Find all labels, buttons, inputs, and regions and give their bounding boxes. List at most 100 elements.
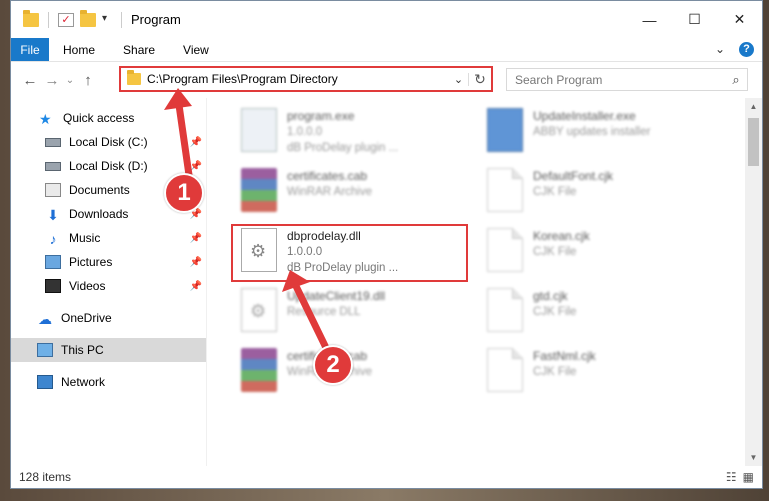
navigation-bar: ← → ⌄ ↑ C:\Program Files\Program Directo… [11,62,762,98]
vertical-scrollbar[interactable]: ▲ ▼ [745,98,762,466]
step-badge-1: 1 [164,173,204,213]
maximize-button[interactable]: ☐ [672,1,717,38]
downloads-icon: ⬇ [47,207,59,223]
file-detail: CJK File [533,246,577,258]
pc-icon [37,343,53,357]
sidebar-item-this-pc[interactable]: This PC [11,338,206,362]
search-input[interactable]: Search Program [515,73,725,87]
file-item[interactable]: program.exe 1.0.0.0 dB ProDelay plugin .… [237,104,467,160]
scrollbar-thumb[interactable] [748,118,759,166]
title-bar: ✓ ▾ Program — ☐ ✕ [11,1,762,38]
network-icon [37,375,53,389]
sidebar-item-label: Quick access [63,111,135,125]
file-detail: ABBY updates installer [533,126,651,138]
pin-icon[interactable]: 📌 [190,233,202,244]
sidebar-item-videos[interactable]: Videos 📌 [11,274,206,298]
large-icons-view-icon[interactable]: ▦ [743,470,754,484]
item-count: 128 items [19,470,72,484]
file-name: program.exe [287,109,355,123]
scroll-up-icon[interactable]: ▲ [745,102,762,111]
document-icon [487,228,523,272]
tab-view[interactable]: View [169,38,223,61]
properties-icon[interactable]: ✓ [58,12,74,27]
help-icon[interactable]: ? [739,42,754,57]
status-bar: 128 items ☷ ▦ [11,466,762,488]
document-icon [487,288,523,332]
rar-icon [241,348,277,392]
file-detail: dB ProDelay plugin ... [287,142,399,154]
file-name: certificates.cab [287,169,368,183]
window-controls: — ☐ ✕ [627,1,762,38]
up-button[interactable]: ↑ [77,72,99,89]
update-icon [487,108,523,152]
refresh-icon[interactable]: ↻ [469,71,491,88]
view-toggles: ☷ ▦ [726,470,754,484]
tab-home[interactable]: Home [49,38,109,61]
file-item[interactable]: ⚙ UpdateClient19.dll Resource DLL [237,284,467,340]
sidebar-item-label: Downloads [69,207,129,221]
expand-ribbon-icon[interactable]: ⌄ [715,42,725,57]
pin-icon[interactable]: 📌 [190,281,202,292]
file-item[interactable]: certificates.cab WinRAR Archive [237,344,467,400]
music-icon: ♪ [49,231,57,247]
pin-icon[interactable]: 📌 [190,257,202,268]
new-folder-icon[interactable] [80,9,96,27]
sidebar-item-label: Local Disk (C:) [69,135,148,149]
dll-icon: ⚙ [241,288,277,332]
document-icon [487,168,523,212]
sidebar-item-music[interactable]: ♪ Music 📌 [11,226,206,250]
sidebar-item-label: Documents [69,183,130,197]
sidebar-item-label: This PC [61,343,104,357]
file-item[interactable]: certificates.cab WinRAR Archive [237,164,467,220]
address-dropdown-icon[interactable]: ⌄ [449,72,469,86]
documents-icon [45,183,61,197]
file-name: FastNml.cjk [533,349,596,363]
gear-icon: ⚙ [250,301,267,321]
folder-icon [127,70,141,85]
sidebar-item-pictures[interactable]: Pictures 📌 [11,250,206,274]
recent-locations-button[interactable]: ⌄ [63,75,77,86]
details-view-icon[interactable]: ☷ [726,470,737,484]
sidebar-item-network[interactable]: Network [11,370,206,394]
tab-share[interactable]: Share [109,38,169,61]
forward-button[interactable]: → [41,72,63,89]
quick-access-toolbar: ✓ ▾ [11,9,125,28]
file-name: gtd.cjk [533,289,568,303]
file-item[interactable]: UpdateInstaller.exe ABBY updates install… [483,104,713,160]
search-box[interactable]: Search Program ⌕ [506,68,748,91]
drive-icon [45,137,61,147]
divider [121,11,122,28]
file-item[interactable]: Korean.cjk CJK File [483,224,713,280]
search-icon: ⌕ [732,71,740,87]
sidebar-item-label: Music [69,231,101,245]
file-detail: CJK File [533,186,577,198]
sidebar-item-label: Network [61,375,106,389]
star-icon: ★ [39,111,52,127]
back-button[interactable]: ← [19,72,41,89]
divider [48,11,49,28]
sidebar-item-label: Local Disk (D:) [69,159,148,173]
ribbon-tabs: File Home Share View ⌄ ? [11,38,762,62]
file-detail: WinRAR Archive [287,186,372,198]
file-name: Korean.cjk [533,229,590,243]
videos-icon [45,279,61,293]
customize-qat-icon[interactable]: ▾ [102,13,112,27]
file-item[interactable]: gtd.cjk CJK File [483,284,713,340]
explorer-window: ✓ ▾ Program — ☐ ✕ File Home Share View ⌄… [10,0,763,489]
file-name: DefaultFont.cjk [533,169,614,183]
scroll-down-icon[interactable]: ▼ [745,453,762,462]
file-name: UpdateInstaller.exe [533,109,636,123]
sidebar-item-onedrive[interactable]: ☁ OneDrive [11,306,206,330]
rar-icon [241,168,277,212]
close-button[interactable]: ✕ [717,1,762,38]
address-path[interactable]: C:\Program Files\Program Directory [147,72,449,86]
pictures-icon [45,255,61,269]
file-item[interactable]: DefaultFont.cjk CJK File [483,164,713,220]
document-icon [487,348,523,392]
minimize-button[interactable]: — [627,1,672,38]
tab-file[interactable]: File [11,38,49,61]
folder-icon [23,9,39,27]
step-badge-2: 2 [313,345,353,385]
file-item[interactable]: FastNml.cjk CJK File [483,344,713,400]
highlight-box [231,224,468,282]
